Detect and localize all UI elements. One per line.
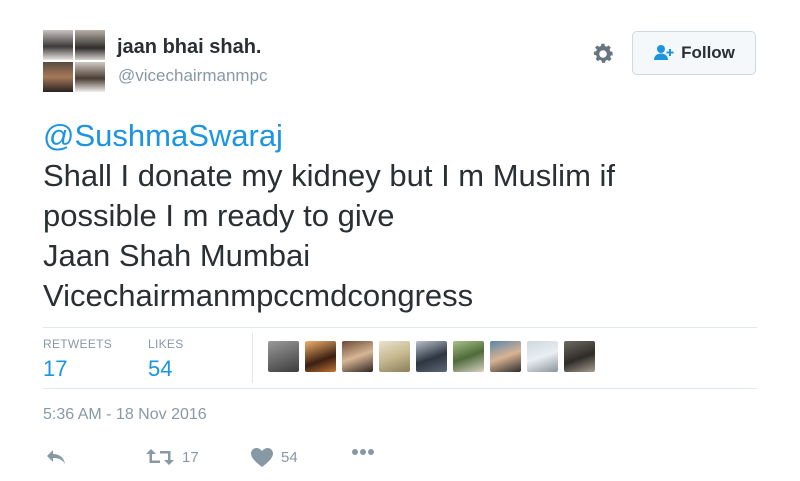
more-icon	[352, 449, 374, 455]
liker-avatar[interactable]	[379, 341, 410, 372]
liker-avatar[interactable]	[490, 341, 521, 372]
likes-count[interactable]: 54	[148, 356, 172, 382]
gear-icon[interactable]	[590, 41, 616, 67]
liker-avatar[interactable]	[527, 341, 558, 372]
avatar-photo-3	[43, 62, 73, 92]
liker-avatar[interactable]	[564, 341, 595, 372]
retweet-button[interactable]: 17	[146, 448, 199, 466]
like-count: 54	[281, 449, 298, 466]
tweet-timestamp[interactable]: 5:36 AM - 18 Nov 2016	[43, 406, 207, 424]
avatar-photo-4	[75, 62, 105, 92]
divider	[252, 333, 253, 383]
follow-label: Follow	[681, 43, 735, 62]
liker-avatar[interactable]	[453, 341, 484, 372]
tweet-line: Shall I donate my kidney but I m Muslim …	[43, 158, 616, 193]
avatar-photo-1	[43, 30, 73, 60]
more-button[interactable]	[351, 448, 375, 456]
avatar-photo-2	[75, 30, 105, 60]
liker-avatar[interactable]	[268, 341, 299, 372]
follow-user-icon	[654, 45, 674, 60]
like-button[interactable]: 54	[251, 448, 298, 467]
retweets-count[interactable]: 17	[43, 356, 67, 382]
liker-avatar[interactable]	[305, 341, 336, 372]
retweet-count: 17	[182, 448, 199, 466]
divider	[43, 327, 757, 328]
tweet-text: @SushmaSwaraj Shall I donate my kidney b…	[43, 116, 743, 316]
tweet-line: possible I m ready to give	[43, 198, 395, 233]
liker-avatar[interactable]	[342, 341, 373, 372]
tweet-line: Vicechairmanmpccmdcongress	[43, 278, 474, 313]
likes-label[interactable]: LIKES	[148, 337, 184, 351]
heart-icon	[251, 448, 273, 467]
tweet-line: Jaan Shah Mumbai	[43, 238, 311, 273]
retweets-label[interactable]: RETWEETS	[43, 337, 112, 351]
mention-link[interactable]: @SushmaSwaraj	[43, 116, 743, 156]
liker-avatars	[268, 341, 595, 372]
avatar[interactable]	[43, 30, 105, 92]
user-handle[interactable]: @vicechairmanmpc	[118, 66, 268, 86]
follow-button[interactable]: Follow	[632, 31, 756, 75]
liker-avatar[interactable]	[416, 341, 447, 372]
divider	[43, 388, 757, 389]
retweet-icon	[146, 449, 174, 465]
display-name[interactable]: jaan bhai shah.	[117, 36, 261, 59]
reply-icon	[47, 450, 65, 464]
reply-button[interactable]	[45, 448, 67, 466]
